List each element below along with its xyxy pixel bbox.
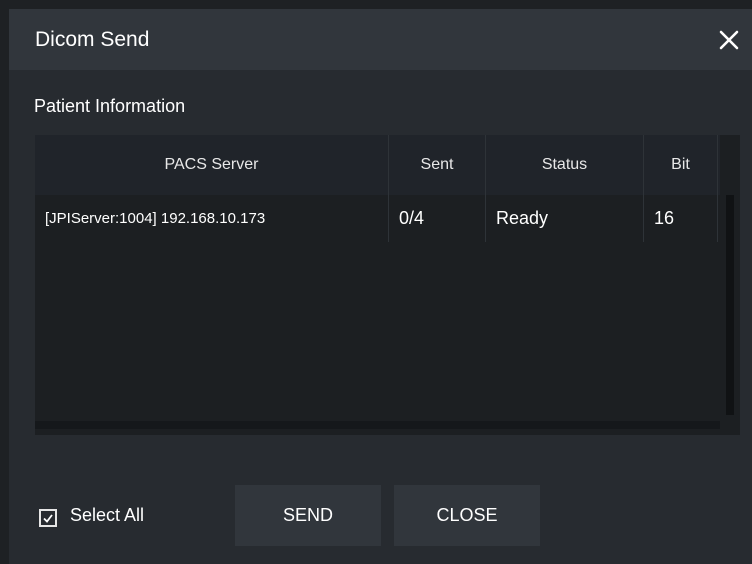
patient-information-label: Patient Information [34, 96, 186, 116]
table-header: PACS Server Sent Status Bit [35, 135, 720, 195]
cell-sent: 0/4 [389, 195, 486, 242]
send-button[interactable]: SEND [235, 485, 381, 546]
column-header-bit[interactable]: Bit [644, 135, 718, 195]
checkmark-icon [43, 514, 53, 523]
dicom-send-dialog: Dicom Send Patient Information PACS Serv… [9, 9, 752, 564]
checkbox-box[interactable] [39, 509, 57, 527]
cell-pacs-server: [JPIServer:1004] 192.168.10.173 [35, 195, 389, 242]
select-all-checkbox[interactable]: Select All [39, 505, 144, 527]
close-icon[interactable] [716, 27, 742, 53]
dialog-title: Dicom Send [35, 28, 150, 51]
column-header-sent[interactable]: Sent [389, 135, 486, 195]
table-row[interactable]: [JPIServer:1004] 192.168.10.173 0/4 Read… [35, 195, 720, 242]
title-bar: Dicom Send [9, 9, 752, 70]
select-all-label: Select All [70, 504, 145, 525]
column-header-status[interactable]: Status [486, 135, 644, 195]
horizontal-scrollbar[interactable] [35, 421, 720, 429]
pacs-server-table: PACS Server Sent Status Bit [JPIServer:1… [35, 135, 740, 435]
column-header-pacs-server[interactable]: PACS Server [35, 135, 389, 195]
close-button[interactable]: CLOSE [394, 485, 540, 546]
cell-bit: 16 [644, 195, 718, 242]
cell-status: Ready [486, 195, 644, 242]
vertical-scrollbar[interactable] [726, 195, 734, 415]
